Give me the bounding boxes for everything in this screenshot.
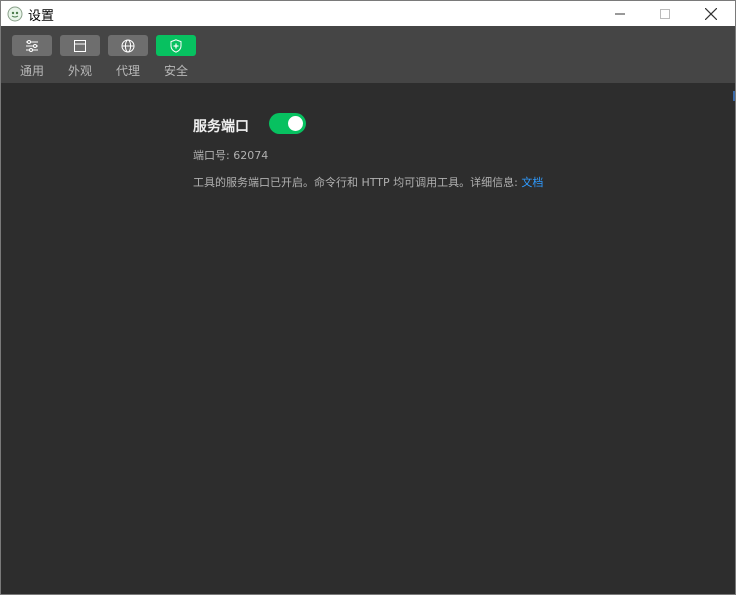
close-icon [705,7,717,20]
tab-security-label: 安全 [163,64,188,78]
tab-general-label: 通用 [19,64,44,78]
tab-proxy[interactable]: 代理 [108,35,148,85]
minimize-button[interactable] [597,1,643,26]
tab-general-button[interactable] [12,35,52,56]
port-number-line: 端口号: 62074 [193,147,268,163]
edge-marker [733,91,735,101]
app-logo-icon [7,6,23,22]
maximize-icon [660,8,670,19]
settings-window: 设置 通用 外观 代理 安全 服务端口 端口号: 62074 工具的服务端口已开… [0,0,736,595]
tab-security-button[interactable] [156,35,196,56]
port-value: 62074 [233,149,269,162]
tab-proxy-label: 代理 [115,64,140,78]
shield-icon [170,38,182,53]
tab-security[interactable]: 安全 [156,35,196,85]
window-title: 设置 [28,9,55,24]
security-panel: 服务端口 端口号: 62074 工具的服务端口已开启。命令行和 HTTP 均可调… [1,83,735,594]
service-description: 工具的服务端口已开启。命令行和 HTTP 均可调用工具。详细信息: 文档 [193,174,543,190]
minimize-icon [615,13,625,14]
tab-proxy-button[interactable] [108,35,148,56]
maximize-button[interactable] [642,1,688,26]
title-bar: 设置 [1,1,735,26]
tab-appearance-button[interactable] [60,35,100,56]
port-label: 端口号: [193,149,234,162]
service-port-title: 服务端口 [193,119,249,135]
docs-link[interactable]: 文档 [521,176,543,189]
sliders-icon [26,39,38,52]
description-text: 工具的服务端口已开启。命令行和 HTTP 均可调用工具。详细信息: [193,176,522,189]
tab-appearance[interactable]: 外观 [60,35,100,85]
tab-general[interactable]: 通用 [12,35,52,85]
tab-appearance-label: 外观 [67,64,92,78]
toggle-knob [288,116,303,131]
globe-icon [121,39,135,52]
window-layout-icon [74,39,86,52]
settings-toolbar: 通用 外观 代理 安全 [1,26,735,83]
close-button[interactable] [688,1,734,26]
service-port-toggle[interactable] [269,113,306,134]
